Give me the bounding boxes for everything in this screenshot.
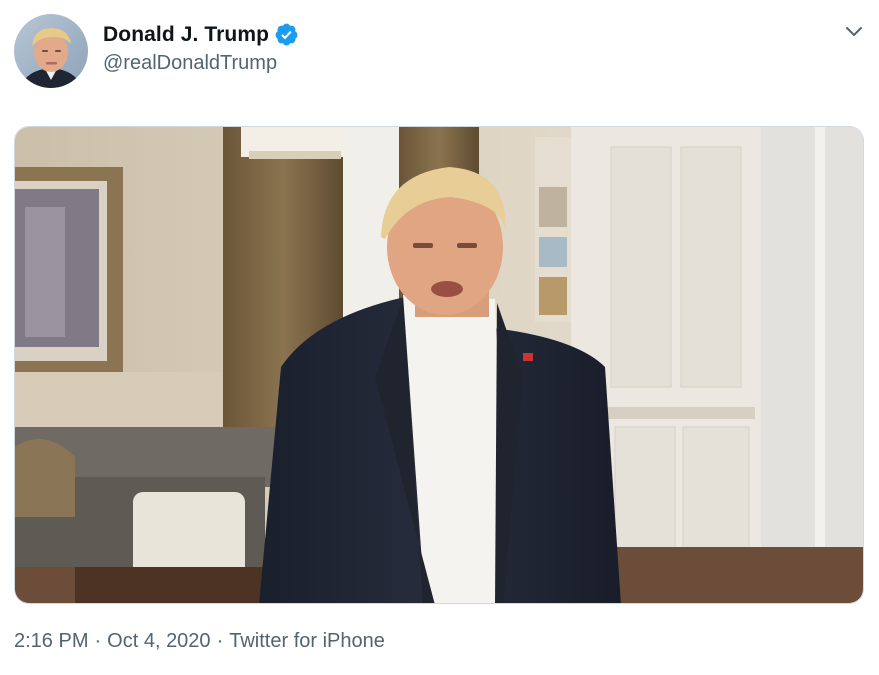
meta-separator: · — [94, 630, 102, 652]
avatar-photo — [14, 14, 88, 88]
tweet-meta: 2:16 PM · Oct 4, 2020 · Twitter for iPho… — [14, 630, 385, 653]
avatar[interactable] — [14, 14, 88, 88]
tweet-video[interactable] — [14, 126, 864, 604]
video-frame — [15, 127, 863, 603]
chevron-down-icon[interactable] — [842, 22, 866, 42]
tweet-date[interactable]: Oct 4, 2020 — [107, 630, 210, 653]
verified-badge-icon — [274, 22, 299, 47]
tweet-time[interactable]: 2:16 PM — [14, 630, 88, 653]
author-handle[interactable]: @realDonaldTrump — [103, 52, 277, 75]
meta-separator: · — [216, 630, 224, 652]
tweet-source[interactable]: Twitter for iPhone — [229, 630, 385, 653]
tweet-card: Donald J. Trump @realDonaldTrump 2:16 PM… — [0, 0, 879, 675]
display-name[interactable]: Donald J. Trump — [103, 23, 269, 47]
author-name-row: Donald J. Trump — [103, 22, 299, 47]
